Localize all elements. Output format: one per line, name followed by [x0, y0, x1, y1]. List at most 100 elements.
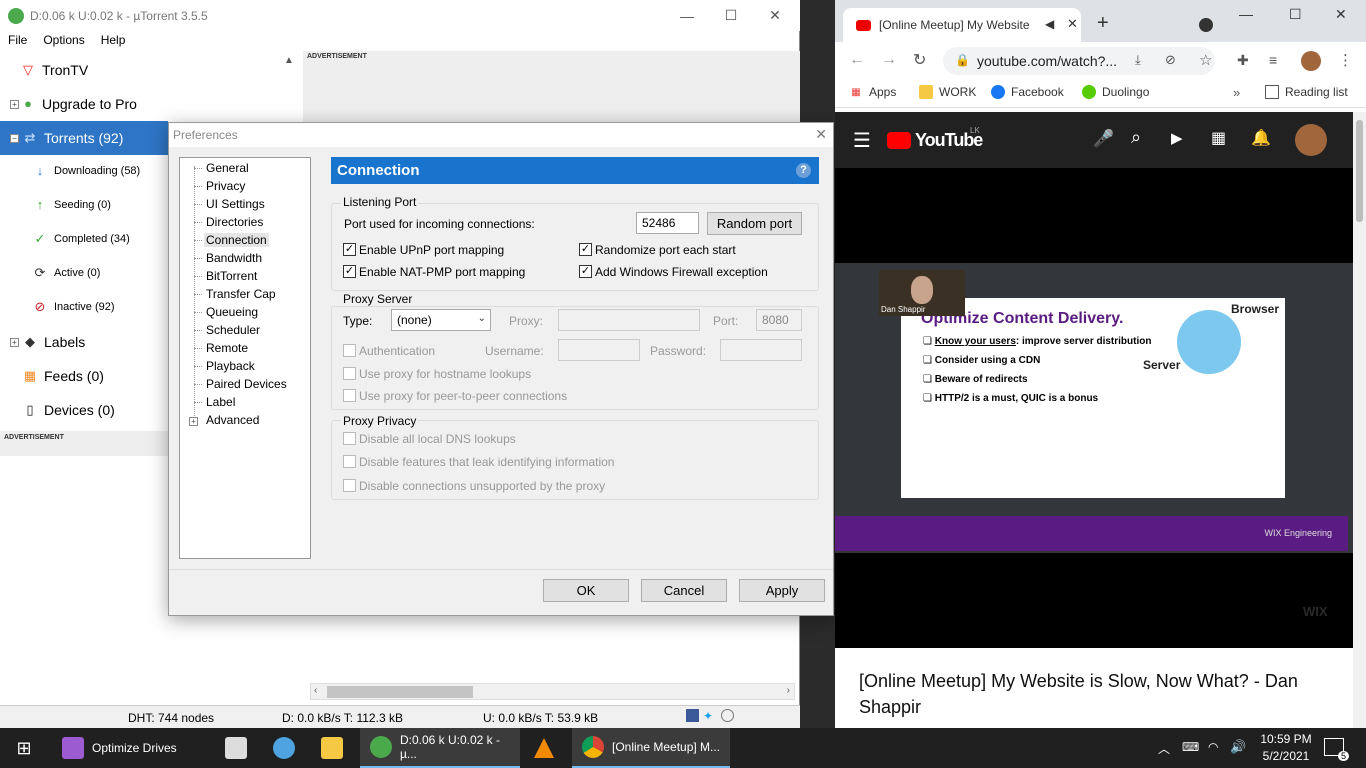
- taskbar-chrome[interactable]: [Online Meetup] M...: [572, 728, 730, 768]
- search-icon[interactable]: ⌕: [1131, 127, 1141, 148]
- sidebar-item-inactive[interactable]: ⊘ Inactive (92): [32, 290, 115, 324]
- sidebar-item-seeding[interactable]: ↑ Seeding (0): [32, 188, 111, 222]
- maximize-icon[interactable]: ☐: [1289, 6, 1302, 23]
- reload-icon[interactable]: ↻: [913, 50, 926, 70]
- sidebar-item-trontv[interactable]: ▽ TronTV: [20, 53, 88, 87]
- menu-options[interactable]: Options: [35, 31, 92, 51]
- tree-item-bittorrent[interactable]: BitTorrent: [204, 269, 259, 283]
- facebook-icon[interactable]: [686, 709, 699, 722]
- tree-item-directories[interactable]: Directories: [204, 215, 265, 229]
- cancel-button[interactable]: Cancel: [641, 579, 727, 602]
- star-icon[interactable]: ☆: [1199, 51, 1212, 69]
- authentication-checkbox[interactable]: [343, 344, 356, 357]
- video-title[interactable]: [Online Meetup] My Website is Slow, Now …: [859, 668, 1339, 720]
- back-icon[interactable]: ←: [849, 51, 865, 69]
- firewall-checkbox[interactable]: ✓: [579, 265, 592, 278]
- expand-icon[interactable]: +: [10, 338, 19, 347]
- taskbar-calculator[interactable]: [216, 728, 256, 768]
- expand-icon[interactable]: +: [189, 417, 198, 426]
- randomize-port-checkbox[interactable]: ✓: [579, 243, 592, 256]
- sidebar-item-devices[interactable]: ▯ Devices (0): [22, 393, 114, 427]
- microphone-icon[interactable]: 🎤: [1093, 129, 1114, 149]
- tree-item-connection[interactable]: Connection: [204, 233, 269, 247]
- ok-button[interactable]: OK: [543, 579, 629, 602]
- tree-item-queueing[interactable]: Queueing: [204, 305, 260, 319]
- media-control-icon[interactable]: ≡: [1269, 52, 1277, 68]
- tree-item-transfer-cap[interactable]: Transfer Cap: [204, 287, 278, 301]
- taskbar-utorrent[interactable]: D:0.06 k U:0.02 k - µ...: [360, 728, 520, 768]
- video-player[interactable]: Optimize Content Delivery. ❏ Know your u…: [835, 168, 1353, 648]
- hostname-lookups-checkbox[interactable]: [343, 367, 356, 380]
- maximize-button[interactable]: ☐: [708, 0, 754, 31]
- dns-lookups-checkbox[interactable]: [343, 432, 356, 445]
- tree-item-remote[interactable]: Remote: [204, 341, 250, 355]
- extensions-icon[interactable]: ✚: [1237, 52, 1249, 69]
- bookmark-facebook[interactable]: Facebook: [991, 85, 1064, 99]
- sidebar-item-upgrade[interactable]: ● Upgrade to Pro: [20, 87, 137, 121]
- tab-search-icon[interactable]: [1199, 18, 1213, 32]
- scrollbar-thumb[interactable]: [1356, 120, 1363, 222]
- forward-icon[interactable]: →: [881, 51, 897, 69]
- leak-features-checkbox[interactable]: [343, 455, 356, 468]
- close-button[interactable]: ✕: [752, 0, 798, 31]
- twitter-icon[interactable]: ✦: [703, 709, 717, 723]
- tree-item-advanced[interactable]: Advanced: [204, 413, 261, 427]
- page-scrollbar[interactable]: [1353, 112, 1366, 728]
- globe-icon[interactable]: [721, 709, 734, 722]
- tree-item-playback[interactable]: Playback: [204, 359, 257, 373]
- scroll-left-icon[interactable]: ‹: [314, 685, 317, 696]
- eye-off-icon[interactable]: ⊘: [1165, 52, 1176, 68]
- notifications-bell-icon[interactable]: 🔔: [1251, 128, 1271, 148]
- minimize-button[interactable]: —: [664, 0, 710, 31]
- proxy-port-input[interactable]: 8080: [756, 309, 802, 331]
- tree-item-general[interactable]: General: [204, 161, 251, 175]
- clock-time[interactable]: 10:59 PM: [1256, 732, 1316, 746]
- collapse-icon[interactable]: −: [10, 134, 19, 143]
- proxy-type-select[interactable]: (none) ⌄: [391, 309, 491, 331]
- sidebar-item-active[interactable]: ⟳ Active (0): [32, 256, 101, 290]
- apps-icon[interactable]: ▦: [1211, 128, 1226, 148]
- reading-list[interactable]: Reading list: [1265, 85, 1348, 99]
- sidebar-item-completed[interactable]: ✓ Completed (34): [32, 222, 130, 256]
- tree-item-ui-settings[interactable]: UI Settings: [204, 197, 267, 211]
- volume-icon[interactable]: 🔊: [1230, 739, 1246, 755]
- password-input[interactable]: [720, 339, 802, 361]
- expand-icon[interactable]: +: [10, 100, 19, 109]
- close-window-icon[interactable]: ✕: [1335, 6, 1347, 23]
- taskbar-optimize-drives[interactable]: Optimize Drives: [52, 728, 212, 768]
- scroll-right-icon[interactable]: ›: [787, 685, 790, 696]
- show-hidden-icons-icon[interactable]: ︿: [1158, 740, 1170, 757]
- input-method-icon[interactable]: ⌨: [1182, 740, 1199, 754]
- youtube-logo-icon[interactable]: [887, 132, 911, 149]
- scrollbar-thumb[interactable]: [327, 686, 473, 698]
- menu-file[interactable]: File: [0, 31, 35, 51]
- natpmp-checkbox[interactable]: ✓: [343, 265, 356, 278]
- bookmark-apps[interactable]: ▦ Apps: [849, 85, 896, 99]
- help-icon[interactable]: ?: [796, 163, 811, 178]
- p2p-proxy-checkbox[interactable]: [343, 389, 356, 402]
- profile-avatar[interactable]: [1301, 51, 1321, 71]
- random-port-button[interactable]: Random port: [707, 212, 802, 235]
- menu-help[interactable]: Help: [93, 31, 134, 51]
- username-input[interactable]: [558, 339, 640, 361]
- speaker-icon[interactable]: ◀: [1045, 17, 1054, 31]
- install-icon[interactable]: ⤓: [1135, 52, 1141, 68]
- tree-item-privacy[interactable]: Privacy: [204, 179, 247, 193]
- proxy-host-input[interactable]: [558, 309, 700, 331]
- taskbar-vlc[interactable]: [524, 728, 564, 768]
- notification-center-icon[interactable]: 5: [1324, 738, 1349, 761]
- bookmark-duolingo[interactable]: Duolingo: [1082, 85, 1149, 99]
- minimize-icon[interactable]: —: [1239, 6, 1253, 22]
- start-button[interactable]: ⊞: [0, 728, 48, 768]
- upnp-checkbox[interactable]: ✓: [343, 243, 356, 256]
- clock-date[interactable]: 5/2/2021: [1256, 749, 1316, 763]
- sidebar-item-downloading[interactable]: ↓ Downloading (58): [32, 154, 140, 188]
- more-bookmarks-icon[interactable]: »: [1233, 85, 1240, 100]
- hamburger-menu-icon[interactable]: ☰: [853, 128, 871, 153]
- taskbar-paint[interactable]: [264, 728, 304, 768]
- sidebar-scroll-up-icon[interactable]: ▲: [284, 55, 294, 66]
- bookmark-work[interactable]: WORK: [919, 85, 976, 99]
- wifi-icon[interactable]: ◠: [1208, 740, 1218, 754]
- close-tab-icon[interactable]: ✕: [1067, 16, 1078, 32]
- create-video-icon[interactable]: ▶: [1171, 129, 1183, 147]
